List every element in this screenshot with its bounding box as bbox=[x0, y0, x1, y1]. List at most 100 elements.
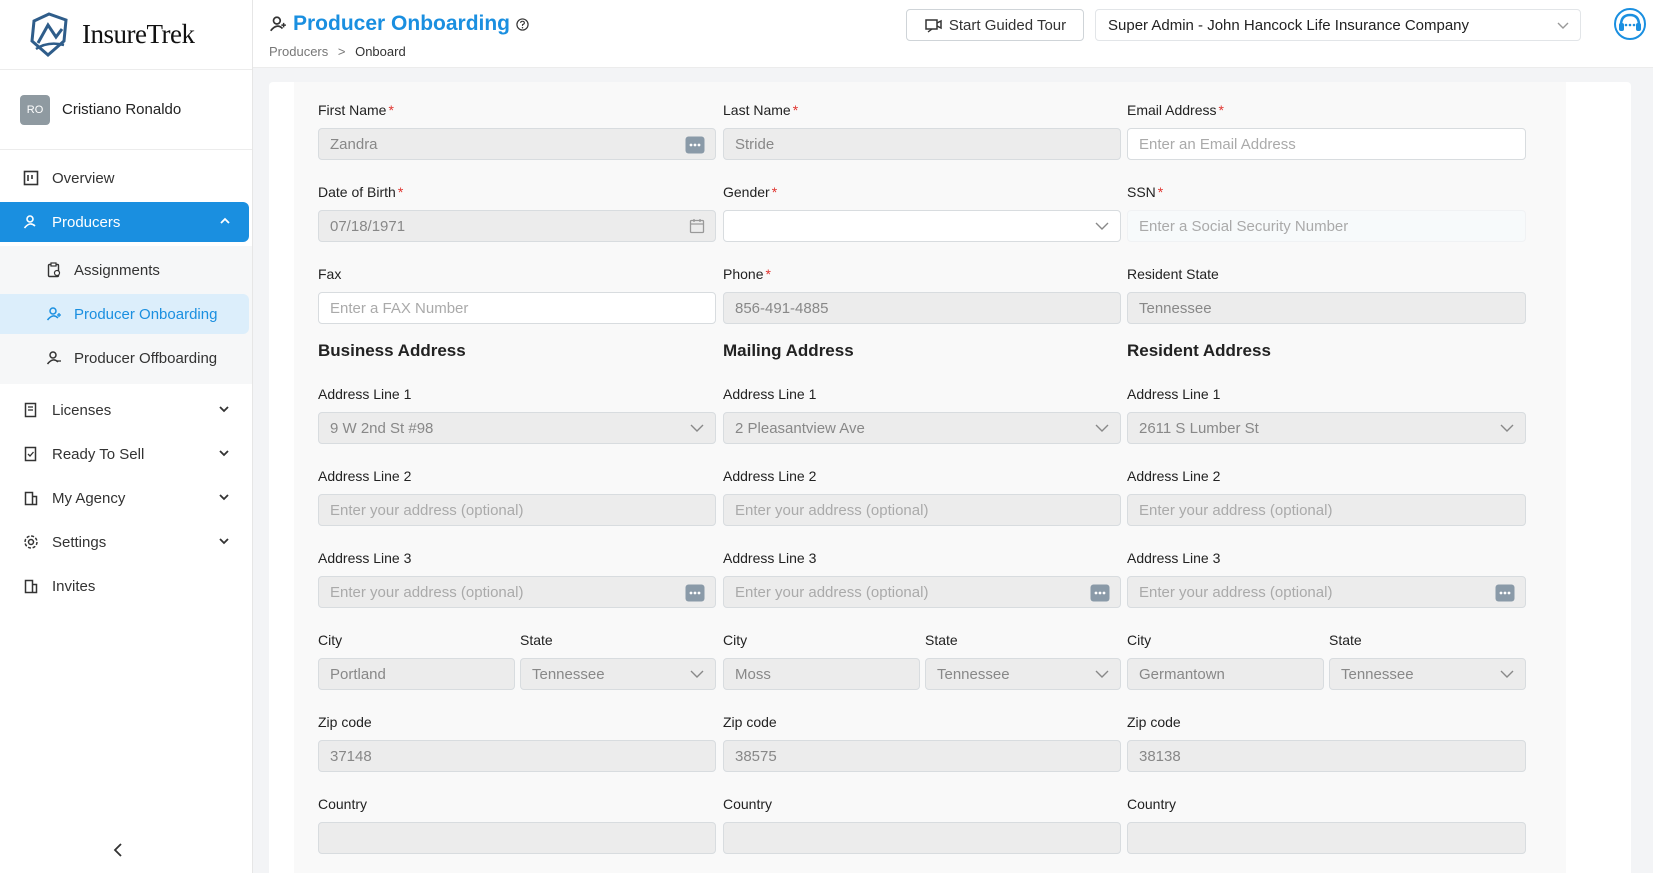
mailing-city-field: City Moss bbox=[723, 632, 920, 690]
business-line3-field: Address Line 3 Enter your address (optio… bbox=[318, 550, 716, 608]
business-city-input[interactable]: Portland bbox=[318, 658, 515, 690]
resident-zip-input[interactable]: 38138 bbox=[1127, 740, 1526, 772]
resident-city-input[interactable]: Germantown bbox=[1127, 658, 1324, 690]
mailing-line2-input[interactable]: Enter your address (optional) bbox=[723, 494, 1121, 526]
address-line-1-label: Address Line 1 bbox=[1127, 386, 1221, 402]
ssn-input[interactable]: Enter a Social Security Number bbox=[1127, 210, 1526, 242]
email-placeholder: Enter an Email Address bbox=[1139, 135, 1296, 153]
business-line2-input[interactable]: Enter your address (optional) bbox=[318, 494, 716, 526]
sidebar-item-overview[interactable]: Overview bbox=[0, 158, 248, 198]
mailing-line1-field: Address Line 1 2 Pleasantview Ave bbox=[723, 386, 1121, 444]
sidebar-item-label: Overview bbox=[52, 169, 115, 187]
mailing-line2-placeholder: Enter your address (optional) bbox=[735, 501, 929, 519]
sidebar-item-producers[interactable]: Producers bbox=[0, 202, 249, 242]
sidebar-item-label: Settings bbox=[52, 533, 107, 551]
email-input[interactable]: Enter an Email Address bbox=[1127, 128, 1526, 160]
chevron-down-icon bbox=[218, 534, 230, 551]
page-header: Producer Onboarding Producers > Onboard … bbox=[253, 0, 1653, 68]
resident-city-value: Germantown bbox=[1139, 665, 1225, 683]
more-options-icon[interactable] bbox=[1495, 584, 1515, 606]
breadcrumb-producers[interactable]: Producers bbox=[269, 44, 328, 59]
sidebar-item-my-agency[interactable]: My Agency bbox=[0, 478, 248, 518]
mailing-address-heading: Mailing Address bbox=[723, 341, 854, 360]
mailing-state-select[interactable]: Tennessee bbox=[925, 658, 1121, 690]
more-options-icon[interactable] bbox=[1090, 584, 1110, 606]
business-zip-input[interactable]: 37148 bbox=[318, 740, 716, 772]
resident-line3-input[interactable]: Enter your address (optional) bbox=[1127, 576, 1526, 608]
chevron-down-icon bbox=[218, 490, 230, 507]
resident-zip-field: Zip code 38138 bbox=[1127, 714, 1526, 772]
sidebar-nav: Overview Producers Assignments Producer … bbox=[0, 150, 252, 606]
mailing-zip-input[interactable]: 38575 bbox=[723, 740, 1121, 772]
mailing-line3-field: Address Line 3 Enter your address (optio… bbox=[723, 550, 1121, 608]
resident-line2-input[interactable]: Enter your address (optional) bbox=[1127, 494, 1526, 526]
logo[interactable]: InsureTrek bbox=[0, 0, 252, 70]
checklist-icon bbox=[22, 445, 40, 463]
resident-zip-value: 38138 bbox=[1139, 747, 1181, 765]
state-label: State bbox=[1329, 632, 1362, 648]
dob-label: Date of Birth bbox=[318, 184, 396, 200]
fax-placeholder: Enter a FAX Number bbox=[330, 299, 469, 317]
sidebar-item-invites[interactable]: Invites bbox=[0, 566, 248, 606]
phone-value: 856-491-4885 bbox=[735, 299, 829, 317]
business-line3-input[interactable]: Enter your address (optional) bbox=[318, 576, 716, 608]
sidebar-item-licenses[interactable]: Licenses bbox=[0, 390, 248, 430]
business-country-field: Country bbox=[318, 796, 716, 854]
city-label: City bbox=[723, 632, 748, 648]
phone-input[interactable]: 856-491-4885 bbox=[723, 292, 1121, 324]
mailing-city-input[interactable]: Moss bbox=[723, 658, 920, 690]
start-guided-tour-button[interactable]: Start Guided Tour bbox=[906, 9, 1084, 41]
gender-select[interactable] bbox=[723, 210, 1121, 242]
user-name: Cristiano Ronaldo bbox=[62, 101, 182, 118]
company-selector-value: Super Admin - John Hancock Life Insuranc… bbox=[1108, 16, 1470, 34]
form-panel: First Name * Zandra Last Name * Stride Ema… bbox=[269, 82, 1631, 873]
business-zip-field: Zip code 37148 bbox=[318, 714, 716, 772]
business-line1-select[interactable]: 9 W 2nd St #98 bbox=[318, 412, 716, 444]
producer-onboard-icon bbox=[270, 16, 286, 32]
chevron-down-icon bbox=[1499, 666, 1515, 686]
sidebar-item-label: Ready To Sell bbox=[52, 445, 145, 463]
resident-state-label: Resident State bbox=[1127, 266, 1219, 282]
help-icon[interactable] bbox=[516, 17, 529, 31]
fax-input[interactable]: Enter a FAX Number bbox=[318, 292, 716, 324]
first-name-input[interactable]: Zandra bbox=[318, 128, 716, 160]
gender-label: Gender bbox=[723, 184, 770, 200]
avatar: RO bbox=[20, 94, 50, 125]
address-line-2-label: Address Line 2 bbox=[1127, 468, 1221, 484]
sidebar-item-label: Producers bbox=[52, 213, 121, 231]
more-options-icon[interactable] bbox=[685, 136, 705, 158]
sidebar-item-assignments[interactable]: Assignments bbox=[0, 250, 248, 290]
calendar-icon[interactable] bbox=[689, 218, 705, 238]
clipboard-icon bbox=[46, 261, 64, 279]
resident-state-input[interactable]: Tennessee bbox=[1127, 292, 1526, 324]
resident-city-field: City Germantown bbox=[1127, 632, 1324, 690]
resident-address-state-select[interactable]: Tennessee bbox=[1329, 658, 1526, 690]
date-of-birth-input[interactable]: 07/18/1971 bbox=[318, 210, 716, 242]
more-options-icon[interactable] bbox=[685, 584, 705, 606]
resident-line1-select[interactable]: 2611 S Lumber St bbox=[1127, 412, 1526, 444]
mailing-line1-select[interactable]: 2 Pleasantview Ave bbox=[723, 412, 1121, 444]
sidebar-item-ready-to-sell[interactable]: Ready To Sell bbox=[0, 434, 248, 474]
city-label: City bbox=[318, 632, 343, 648]
business-country-input[interactable] bbox=[318, 822, 716, 854]
zip-label: Zip code bbox=[1127, 714, 1181, 730]
sidebar-item-producer-onboarding[interactable]: Producer Onboarding bbox=[0, 294, 249, 334]
business-state-select[interactable]: Tennessee bbox=[520, 658, 716, 690]
collapse-sidebar-button[interactable] bbox=[110, 842, 126, 863]
logo-mark-icon bbox=[30, 11, 68, 57]
mailing-state-value: Tennessee bbox=[937, 665, 1010, 683]
sidebar-item-settings[interactable]: Settings bbox=[0, 522, 248, 562]
building-icon bbox=[22, 489, 40, 507]
mailing-country-input[interactable] bbox=[723, 822, 1121, 854]
business-address-heading: Business Address bbox=[318, 341, 466, 360]
required-marker: * bbox=[388, 102, 394, 118]
chevron-left-icon bbox=[113, 843, 122, 857]
address-line-3-label: Address Line 3 bbox=[723, 550, 817, 566]
user-profile[interactable]: RO Cristiano Ronaldo bbox=[0, 70, 252, 150]
last-name-input[interactable]: Stride bbox=[723, 128, 1121, 160]
mailing-line3-input[interactable]: Enter your address (optional) bbox=[723, 576, 1121, 608]
support-chat-button[interactable] bbox=[1613, 7, 1647, 46]
sidebar-item-producer-offboarding[interactable]: Producer Offboarding bbox=[0, 338, 248, 378]
company-selector[interactable]: Super Admin - John Hancock Life Insuranc… bbox=[1095, 9, 1581, 41]
resident-country-input[interactable] bbox=[1127, 822, 1526, 854]
